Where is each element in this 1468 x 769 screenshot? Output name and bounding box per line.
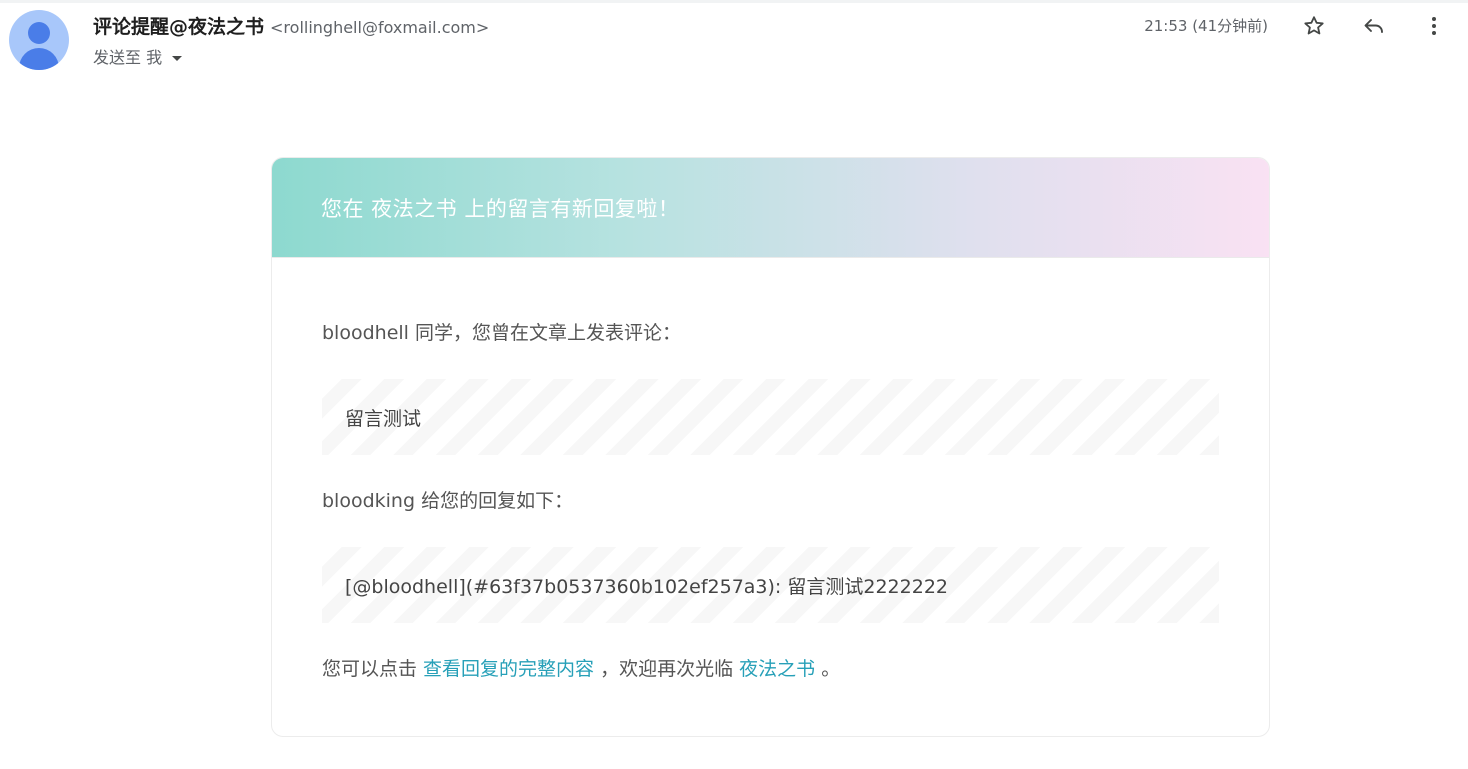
footer-suffix: 。 (815, 658, 841, 680)
footer-middle: ，欢迎再次光临 (594, 658, 740, 680)
more-options-button[interactable] (1420, 12, 1448, 40)
more-vertical-icon (1432, 17, 1436, 35)
card-header: 您在 夜法之书 上的留言有新回复啦！ (272, 158, 1269, 258)
original-comment-box: 留言测试 (322, 379, 1219, 455)
recipient-details-toggle[interactable]: 发送至 我 (93, 44, 183, 68)
star-button[interactable] (1300, 12, 1328, 40)
reply-content-box: [@bloodhell](#63f37b0537360b102ef257a3):… (322, 547, 1219, 623)
notification-card: 您在 夜法之书 上的留言有新回复啦！ bloodhell 同学，您曾在文章上发表… (271, 157, 1270, 737)
view-full-reply-link[interactable]: 查看回复的完整内容 (423, 658, 594, 680)
sender-email: <rollinghell@foxmail.com> (270, 18, 490, 37)
caret-down-icon (172, 56, 183, 61)
avatar-body (19, 48, 59, 70)
reply-button[interactable] (1360, 12, 1388, 40)
footer-text: 您可以点击 查看回复的完整内容 ，欢迎再次光临 夜法之书 。 (322, 655, 1219, 683)
sender-name[interactable]: 评论提醒@夜法之书 (93, 16, 264, 38)
star-icon (1304, 16, 1324, 35)
card-body: bloodhell 同学，您曾在文章上发表评论： 留言测试 bloodking … (272, 319, 1269, 683)
site-link[interactable]: 夜法之书 (739, 658, 815, 680)
recipient-label: 发送至 我 (93, 48, 163, 67)
sender-line: 评论提醒@夜法之书 <rollinghell@foxmail.com> (93, 12, 489, 39)
message-header: 评论提醒@夜法之书 <rollinghell@foxmail.com> 发送至 我… (0, 0, 1468, 80)
comment-intro: bloodhell 同学，您曾在文章上发表评论： (322, 322, 681, 344)
sender-avatar[interactable] (9, 10, 69, 70)
message-time: 21:53 (41分钟前) (1144, 17, 1268, 35)
avatar-head (28, 22, 50, 44)
card-header-title: 您在 夜法之书 上的留言有新回复啦！ (321, 196, 680, 221)
reply-content-text: [@bloodhell](#63f37b0537360b102ef257a3):… (345, 575, 948, 598)
reply-intro: bloodking 给您的回复如下： (322, 490, 574, 512)
footer-prefix: 您可以点击 (322, 658, 424, 680)
reply-icon (1364, 19, 1383, 33)
original-comment-text: 留言测试 (345, 407, 422, 430)
